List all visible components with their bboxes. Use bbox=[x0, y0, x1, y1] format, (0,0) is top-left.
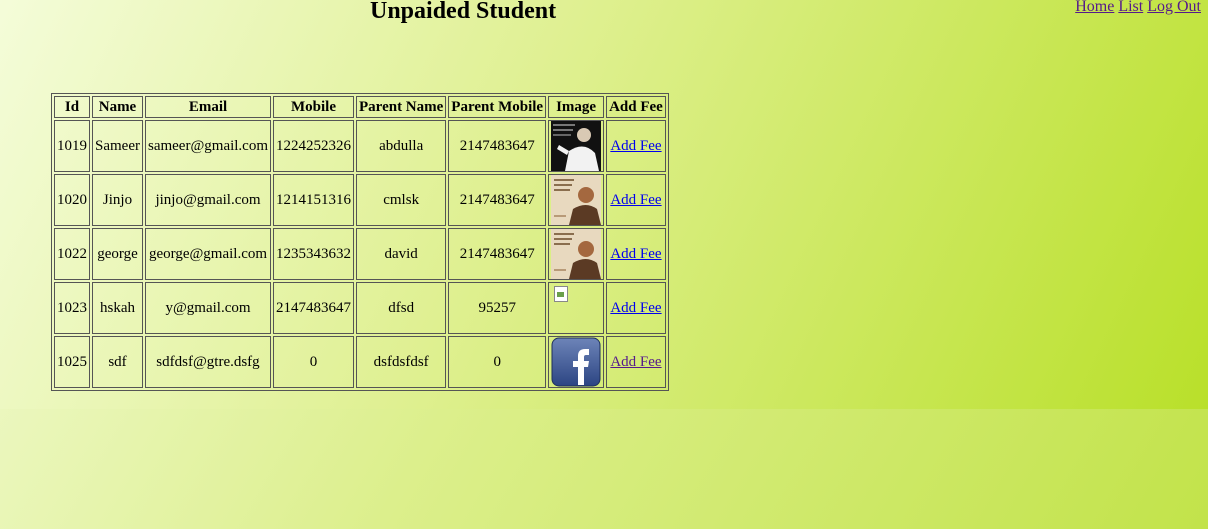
cell-parent-mobile: 95257 bbox=[448, 282, 547, 334]
add-fee-link[interactable]: Add Fee bbox=[610, 138, 661, 154]
cell-add-fee: Add Fee bbox=[606, 228, 666, 280]
table-header-row: Id Name Email Mobile Parent Name Parent … bbox=[54, 96, 666, 118]
cell-email: sameer@gmail.com bbox=[144, 120, 272, 172]
unpaid-students-table: Id Name Email Mobile Parent Name Parent … bbox=[51, 93, 669, 391]
cell-mobile: 0 bbox=[273, 336, 355, 388]
cell-image bbox=[548, 336, 605, 388]
header-parent-name: Parent Name bbox=[356, 96, 447, 118]
table-row: 1023 hskah y@gmail.com 2147483647 dfsd 9… bbox=[54, 282, 666, 334]
cell-email: sdfdsf@gtre.dsfg bbox=[144, 336, 272, 388]
cell-parent-mobile: 2147483647 bbox=[448, 120, 547, 172]
cell-mobile: 1224252326 bbox=[273, 120, 355, 172]
cell-email: jinjo@gmail.com bbox=[144, 174, 272, 226]
cell-parent-mobile: 2147483647 bbox=[448, 174, 547, 226]
cell-email: george@gmail.com bbox=[144, 228, 272, 280]
cell-add-fee: Add Fee bbox=[606, 120, 666, 172]
cell-parent-mobile: 0 bbox=[448, 336, 547, 388]
cell-image bbox=[548, 228, 605, 280]
cell-image bbox=[548, 120, 605, 172]
cell-image bbox=[548, 174, 605, 226]
page-title: Unpaided Student bbox=[370, 0, 557, 24]
cell-name: Sameer bbox=[92, 120, 143, 172]
top-nav: Home List Log Out bbox=[1075, 0, 1201, 16]
cell-id: 1020 bbox=[54, 174, 90, 226]
header-email: Email bbox=[144, 96, 272, 118]
cell-mobile: 2147483647 bbox=[273, 282, 355, 334]
cell-parent-name: abdulla bbox=[356, 120, 447, 172]
cell-id: 1022 bbox=[54, 228, 90, 280]
cell-parent-mobile: 2147483647 bbox=[448, 228, 547, 280]
cell-add-fee: Add Fee bbox=[606, 282, 666, 334]
header-mobile: Mobile bbox=[273, 96, 355, 118]
header-add-fee: Add Fee bbox=[606, 96, 666, 118]
cell-mobile: 1214151316 bbox=[273, 174, 355, 226]
nav-logout-link[interactable]: Log Out bbox=[1147, 0, 1201, 15]
cell-name: Jinjo bbox=[92, 174, 143, 226]
table-row: 1020 Jinjo jinjo@gmail.com 1214151316 cm… bbox=[54, 174, 666, 226]
header-image: Image bbox=[548, 96, 605, 118]
add-fee-link[interactable]: Add Fee bbox=[610, 300, 661, 316]
table-row: 1019 Sameer sameer@gmail.com 1224252326 … bbox=[54, 120, 666, 172]
cell-parent-name: dsfdsfdsf bbox=[356, 336, 447, 388]
facebook-logo-icon bbox=[551, 337, 601, 387]
cell-image bbox=[548, 282, 605, 334]
cell-parent-name: cmlsk bbox=[356, 174, 447, 226]
cell-id: 1019 bbox=[54, 120, 90, 172]
nav-home-link[interactable]: Home bbox=[1075, 0, 1114, 15]
cell-mobile: 1235343632 bbox=[273, 228, 355, 280]
cell-id: 1023 bbox=[54, 282, 90, 334]
student-photo bbox=[551, 121, 602, 171]
cell-email: y@gmail.com bbox=[144, 282, 272, 334]
cell-name: george bbox=[92, 228, 143, 280]
cell-name: sdf bbox=[92, 336, 143, 388]
header-name: Name bbox=[92, 96, 143, 118]
table-row: 1022 george george@gmail.com 1235343632 … bbox=[54, 228, 666, 280]
cell-add-fee: Add Fee bbox=[606, 336, 666, 388]
add-fee-link[interactable]: Add Fee bbox=[610, 354, 661, 370]
cell-id: 1025 bbox=[54, 336, 90, 388]
add-fee-link[interactable]: Add Fee bbox=[610, 246, 661, 262]
student-photo bbox=[551, 175, 602, 225]
add-fee-link[interactable]: Add Fee bbox=[610, 192, 661, 208]
header-id: Id bbox=[54, 96, 90, 118]
cell-parent-name: dfsd bbox=[356, 282, 447, 334]
cell-add-fee: Add Fee bbox=[606, 174, 666, 226]
broken-image-icon bbox=[551, 283, 601, 333]
cell-name: hskah bbox=[92, 282, 143, 334]
header-parent-mobile: Parent Mobile bbox=[448, 96, 547, 118]
cell-parent-name: david bbox=[356, 228, 447, 280]
table-row: 1025 sdf sdfdsf@gtre.dsfg 0 dsfdsfdsf 0 bbox=[54, 336, 666, 388]
nav-list-link[interactable]: List bbox=[1118, 0, 1143, 15]
student-photo bbox=[551, 229, 602, 279]
